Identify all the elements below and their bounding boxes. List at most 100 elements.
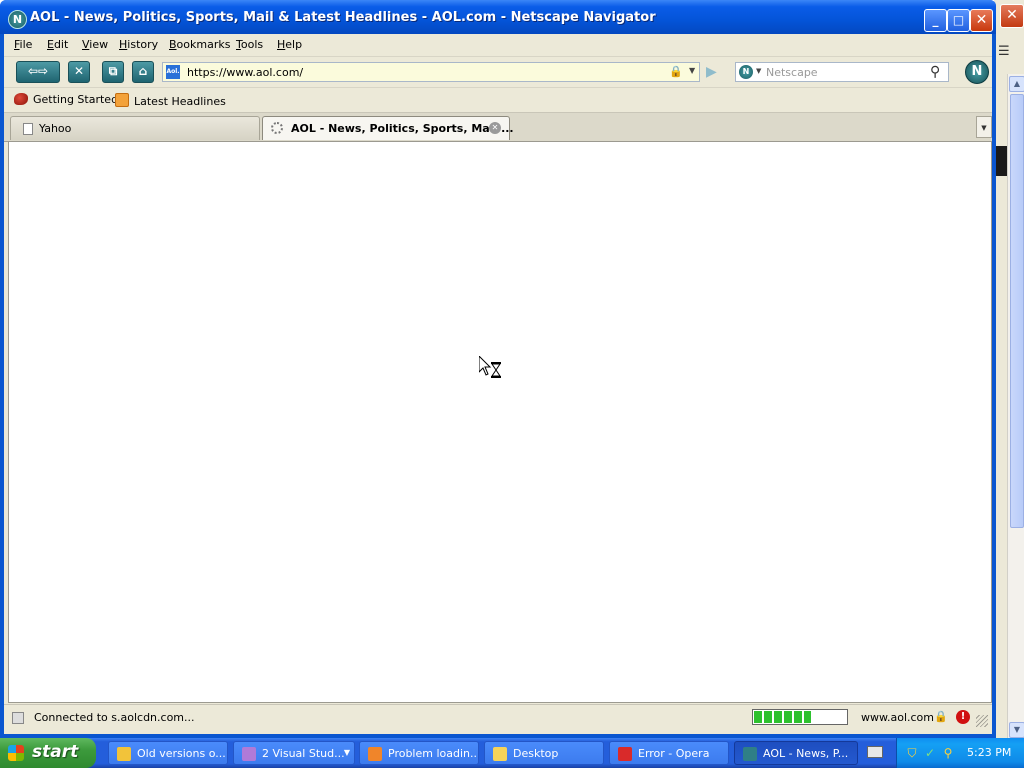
clock[interactable]: 5:23 PM bbox=[967, 746, 1011, 759]
busy-cursor-icon bbox=[479, 356, 501, 378]
search-input[interactable]: Netscape bbox=[766, 66, 818, 79]
opera-icon bbox=[618, 747, 632, 761]
bookmark-latest-headlines[interactable]: Latest Headlines bbox=[115, 93, 226, 108]
taskbar-item-label: Problem loadin... bbox=[388, 747, 479, 760]
search-icon[interactable]: ⚲ bbox=[930, 64, 940, 80]
back-arrow-icon[interactable]: ⇦ bbox=[28, 64, 38, 78]
progress-fill bbox=[754, 711, 811, 723]
page-status-icon[interactable] bbox=[12, 712, 24, 724]
status-host[interactable]: www.aol.com bbox=[861, 711, 934, 724]
network-icon[interactable]: ✓ bbox=[923, 746, 937, 760]
taskbar-item-old-versions[interactable]: Old versions o... bbox=[108, 741, 228, 765]
menu-bar: File Edit View History Bookmarks Tools H… bbox=[4, 34, 992, 56]
tab-label: AOL - News, Politics, Sports, Mail ... bbox=[291, 122, 514, 135]
reload-button[interactable]: ⧉ bbox=[102, 61, 124, 83]
go-button[interactable]: ▶ bbox=[706, 63, 724, 81]
reload-icon: ⧉ bbox=[108, 64, 118, 78]
search-bar[interactable]: N ▼ Netscape ⚲ bbox=[735, 62, 949, 82]
stop-x-icon: ✕ bbox=[73, 64, 85, 78]
tab-yahoo[interactable]: Yahoo bbox=[10, 116, 260, 140]
rss-feed-icon bbox=[115, 93, 129, 107]
folder-icon bbox=[493, 747, 507, 761]
firefox-icon bbox=[368, 747, 382, 761]
netscape-search-engine-icon[interactable]: N bbox=[739, 65, 753, 79]
bookmark-label: Latest Headlines bbox=[134, 95, 226, 108]
url-dropdown-chevron-icon[interactable]: ▼ bbox=[689, 66, 695, 75]
taskbar-item-problem-loading[interactable]: Problem loadin... bbox=[359, 741, 479, 765]
stop-button[interactable]: ✕ bbox=[68, 61, 90, 83]
security-shield-icon[interactable]: ⛉ bbox=[905, 746, 919, 760]
keyboard-language-icon[interactable] bbox=[867, 746, 883, 758]
tab-label: Yahoo bbox=[39, 122, 72, 135]
tab-bar: Yahoo AOL - News, Politics, Sports, Mail… bbox=[4, 112, 992, 142]
scroll-up-arrow-icon[interactable]: ▲ bbox=[1009, 76, 1024, 92]
navigation-toolbar: ⇦⇨ ✕ ⧉ ⌂ Aol. https://www.aol.com/ 🔒 ▼ ▶… bbox=[4, 56, 992, 87]
scrollbar-thumb[interactable] bbox=[1010, 94, 1024, 528]
resize-grip[interactable] bbox=[976, 715, 988, 727]
close-button[interactable]: ✕ bbox=[970, 9, 993, 32]
taskbar-item-aol[interactable]: AOL - News, P... bbox=[734, 741, 858, 765]
taskbar-item-opera[interactable]: Error - Opera bbox=[609, 741, 729, 765]
bookmark-label: Getting Started bbox=[33, 93, 119, 106]
taskbar-item-desktop[interactable]: Desktop bbox=[484, 741, 604, 765]
group-dropdown-icon[interactable]: ▼ bbox=[344, 748, 350, 757]
system-tray: ⛉ ✓ ⚲ 5:23 PM bbox=[896, 738, 1024, 768]
tab-aol[interactable]: AOL - News, Politics, Sports, Mail ... ✕ bbox=[262, 116, 514, 140]
windows-logo-icon bbox=[8, 745, 24, 761]
netscape-logo-icon[interactable]: N bbox=[8, 10, 27, 29]
bookmarks-toolbar: Getting Started Latest Headlines bbox=[4, 87, 992, 112]
loading-spinner-icon bbox=[271, 122, 283, 134]
taskbar-item-label: Desktop bbox=[513, 747, 559, 760]
taskbar-item-label: Error - Opera bbox=[638, 747, 710, 760]
minimize-button[interactable]: _ bbox=[924, 9, 947, 32]
title-bar[interactable]: N AOL - News, Politics, Sports, Mail & L… bbox=[0, 0, 996, 34]
aol-favicon-icon: Aol. bbox=[166, 65, 180, 79]
netscape-icon bbox=[743, 747, 757, 761]
menu-edit[interactable]: Edit bbox=[47, 38, 68, 51]
url-input[interactable]: https://www.aol.com/ bbox=[187, 66, 303, 79]
browser-window: N AOL - News, Politics, Sports, Mail & L… bbox=[0, 0, 996, 738]
tab-list-dropdown-button[interactable]: ▼ bbox=[976, 116, 992, 138]
background-scrollbar[interactable]: ▲ ▼ bbox=[1007, 74, 1024, 740]
taskbar-item-label: 2 Visual Stud... bbox=[262, 747, 345, 760]
chevron-down-icon: ▼ bbox=[981, 124, 987, 132]
menu-view[interactable]: View bbox=[82, 38, 108, 51]
start-label: start bbox=[32, 742, 79, 762]
blank-page-icon bbox=[23, 123, 33, 135]
background-window-close-button[interactable]: ✕ bbox=[1000, 4, 1024, 28]
security-lock-icon[interactable]: 🔒 bbox=[934, 710, 948, 723]
loading-progress-bar bbox=[752, 709, 848, 725]
search-tray-icon[interactable]: ⚲ bbox=[941, 746, 955, 760]
search-engine-dropdown-icon[interactable]: ▼ bbox=[756, 67, 761, 75]
taskbar-item-label: Old versions o... bbox=[137, 747, 226, 760]
maximize-button[interactable]: □ bbox=[947, 9, 970, 32]
menu-bookmarks[interactable]: Bookmarks bbox=[169, 38, 230, 51]
bookmark-getting-started[interactable]: Getting Started bbox=[14, 93, 118, 106]
home-button[interactable]: ⌂ bbox=[132, 61, 154, 83]
menu-tools[interactable]: Tools bbox=[236, 38, 263, 51]
tab-close-icon[interactable]: ✕ bbox=[489, 122, 501, 134]
alert-icon[interactable]: ! bbox=[956, 710, 970, 724]
ie-window-icon bbox=[117, 747, 131, 761]
taskbar-item-visual-studio[interactable]: 2 Visual Stud... ▼ bbox=[233, 741, 355, 765]
netscape-throbber-icon[interactable]: N bbox=[965, 60, 989, 84]
taskbar: start Old versions o... 2 Visual Stud...… bbox=[0, 738, 1024, 768]
menu-file[interactable]: File bbox=[14, 38, 32, 51]
visual-studio-icon bbox=[242, 747, 256, 761]
netscape-bookmark-icon bbox=[14, 93, 28, 105]
go-arrow-icon: ▶ bbox=[706, 64, 717, 80]
menu-history[interactable]: History bbox=[119, 38, 158, 51]
back-forward-button[interactable]: ⇦⇨ bbox=[16, 61, 60, 83]
menu-help[interactable]: Help bbox=[277, 38, 302, 51]
lock-icon[interactable]: 🔒 bbox=[669, 65, 683, 78]
taskbar-item-label: AOL - News, P... bbox=[763, 747, 849, 760]
status-bar: Connected to s.aolcdn.com... www.aol.com… bbox=[4, 704, 992, 731]
background-menu-icon[interactable]: ☰ bbox=[998, 44, 1010, 59]
start-button[interactable]: start bbox=[0, 738, 96, 768]
url-bar[interactable]: Aol. https://www.aol.com/ 🔒 ▼ bbox=[162, 62, 700, 82]
scroll-down-arrow-icon[interactable]: ▼ bbox=[1009, 722, 1024, 738]
page-content[interactable] bbox=[8, 141, 992, 703]
home-icon: ⌂ bbox=[138, 64, 148, 78]
forward-arrow-icon[interactable]: ⇨ bbox=[38, 64, 48, 78]
window-client: File Edit View History Bookmarks Tools H… bbox=[4, 34, 992, 734]
